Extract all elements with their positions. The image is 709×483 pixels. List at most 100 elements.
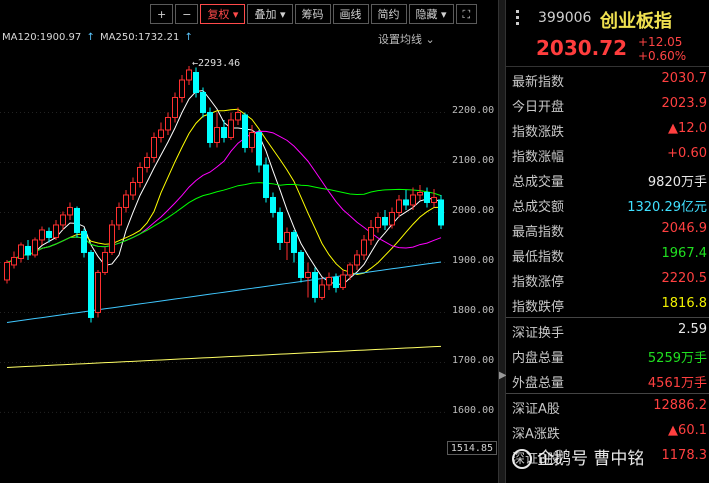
draw-line-button[interactable]: 画线	[332, 4, 369, 24]
candle	[249, 124, 255, 153]
quote-row-label: 内盘总量	[512, 351, 565, 366]
candle	[193, 67, 199, 98]
candle	[137, 162, 143, 188]
candle	[326, 272, 332, 290]
candle-body	[214, 126, 220, 143]
quote-header: 399006 创业板指 2030.72 +12.05 +0.60%	[506, 0, 709, 67]
quote-row-value: 1320.29亿元	[627, 200, 707, 215]
candle-body	[123, 194, 129, 208]
quote-rows: 最新指数 2030.7 今日开盘 2023.9 指数涨跌 ▲12.0 指数涨幅 +0.60 总成…	[506, 67, 709, 469]
index-code: 399006	[538, 10, 592, 26]
y-tick-label: 1600.00	[452, 405, 495, 417]
candle	[396, 194, 402, 218]
candle	[424, 187, 430, 208]
candle-body	[284, 231, 290, 243]
candle	[165, 112, 171, 135]
quote-row-label: 深证换手	[512, 326, 565, 341]
candle	[88, 249, 94, 323]
cursor-value-box: 1514.85	[447, 441, 497, 455]
candle	[102, 247, 108, 275]
candle	[256, 129, 262, 173]
candle-body	[396, 199, 402, 213]
candle-body	[81, 230, 87, 253]
candle-body	[193, 71, 199, 93]
chips-button[interactable]: 筹码	[294, 4, 331, 24]
quote-row-label: 最新指数	[512, 75, 565, 90]
quote-row-value: 1816.8	[661, 296, 708, 311]
candle	[263, 157, 269, 203]
candle	[109, 219, 115, 255]
candle	[39, 226, 45, 245]
ma-legend: MA120:1900.97 ↑ MA250:1732.21 ↑	[2, 32, 195, 43]
candle	[116, 202, 122, 230]
candle	[11, 251, 17, 269]
candle-body	[298, 251, 304, 278]
quote-row-value: 1178.3	[661, 448, 708, 463]
y-tick-label: 1900.00	[452, 255, 495, 267]
candle	[340, 269, 346, 290]
candle	[179, 74, 185, 103]
quote-row-label: 最高指数	[512, 225, 565, 240]
ma-up-arrow-icon: ↑	[86, 32, 95, 43]
candle-body	[25, 245, 31, 256]
overlay-dropdown[interactable]: 叠加 ▾	[247, 4, 293, 24]
quote-row-label: 指数涨跌	[512, 125, 565, 140]
quote-row-label: 指数涨幅	[512, 150, 565, 165]
candle	[67, 202, 73, 220]
candle-body	[375, 216, 381, 228]
candle-body	[158, 129, 164, 138]
hide-dropdown[interactable]: 隐藏 ▾	[408, 4, 454, 24]
quote-row-label: 总成交额	[512, 200, 565, 215]
quote-row: 今日开盘 2023.9	[506, 92, 709, 117]
candle	[214, 112, 220, 148]
kline-svg[interactable]	[0, 50, 448, 455]
candle-body	[424, 191, 430, 203]
fuquan-dropdown[interactable]: 复权 ▾	[200, 4, 246, 24]
chevron-down-icon: ⌄	[425, 33, 435, 46]
candle	[81, 228, 87, 258]
candle	[242, 112, 248, 153]
candle	[228, 112, 234, 140]
candle-body	[319, 284, 325, 298]
ma5-line	[6, 89, 442, 285]
candle	[354, 249, 360, 270]
candle-body	[242, 114, 248, 148]
fullscreen-button[interactable]: ⛶	[455, 4, 478, 24]
candle-body	[207, 111, 213, 143]
candle	[151, 132, 157, 163]
peak-value: 2293.46	[198, 57, 241, 69]
quote-row: 最低指数 1967.4	[506, 242, 709, 267]
candle-body	[263, 164, 269, 198]
candle-body	[305, 271, 311, 278]
kline-chart-area[interactable]: + − 复权 ▾ 叠加 ▾ 筹码 画线 简约 隐藏 ▾ ⛶ MA120:1900.97 ↑ MA…	[0, 0, 498, 483]
candle-body	[431, 196, 437, 203]
candle	[18, 242, 24, 263]
candle-body	[144, 156, 150, 168]
candle-body	[417, 191, 423, 196]
quote-row-value: 2023.9	[661, 96, 708, 111]
candle	[403, 189, 409, 210]
candle	[207, 107, 213, 148]
zoom-out-button[interactable]: −	[175, 4, 199, 24]
simple-mode-button[interactable]: 简约	[370, 4, 407, 24]
zoom-in-button[interactable]: +	[150, 4, 174, 24]
change-value: +12.05	[638, 35, 683, 49]
candle	[410, 187, 416, 210]
candle-body	[326, 276, 332, 286]
panel-divider[interactable]	[498, 0, 506, 483]
candle	[347, 262, 353, 280]
candle	[130, 177, 136, 200]
candle-body	[130, 181, 136, 196]
quote-row-label: 指数涨停	[512, 275, 565, 290]
menu-dots-icon[interactable]	[516, 10, 519, 26]
ma250-label: MA250:1732.21	[100, 32, 180, 43]
quote-row: 指数涨停 2220.5	[506, 267, 709, 292]
quote-row: 最高指数 2046.9	[506, 217, 709, 242]
quote-row: 指数涨跌 ▲12.0	[506, 117, 709, 142]
ma-settings-button[interactable]: 设置均线 ⌄	[378, 31, 435, 47]
quote-row-label: 深证A股	[512, 402, 560, 417]
candle-body	[438, 199, 444, 226]
y-tick-label: 2100.00	[452, 155, 495, 167]
candle-body	[18, 244, 24, 259]
candle-body	[95, 271, 101, 313]
